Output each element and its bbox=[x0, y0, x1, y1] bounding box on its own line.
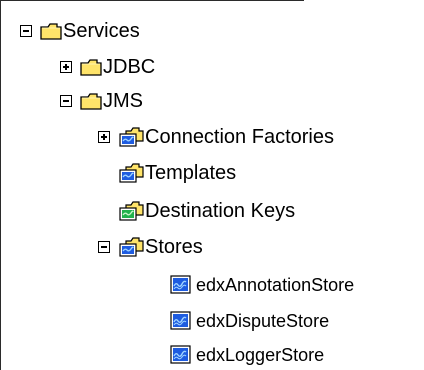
jms-folder-icon bbox=[119, 163, 144, 183]
folder-icon bbox=[40, 23, 62, 40]
collapse-toggle-icon[interactable] bbox=[60, 95, 72, 107]
tree-node-destination-keys[interactable]: Destination Keys bbox=[118, 196, 295, 226]
folder-icon bbox=[80, 59, 102, 76]
tree-node-connection-factories[interactable]: Connection Factories bbox=[98, 122, 334, 152]
tree-node-label: Services bbox=[63, 20, 140, 42]
tree-node-jms[interactable]: JMS bbox=[60, 86, 143, 116]
tree-node-store[interactable]: edxAnnotationStore bbox=[170, 270, 354, 300]
jms-folder-icon bbox=[119, 127, 144, 147]
tree-node-store[interactable]: edxLoggerStore bbox=[170, 340, 324, 370]
store-icon bbox=[170, 345, 191, 364]
tree-panel: Services JDBC JMS Connection Factories T… bbox=[0, 0, 424, 370]
collapse-toggle-icon[interactable] bbox=[98, 241, 110, 253]
left-border bbox=[0, 0, 1, 370]
destination-keys-icon bbox=[119, 201, 144, 221]
tree-node-label: JDBC bbox=[103, 56, 156, 78]
tree-node-jdbc[interactable]: JDBC bbox=[60, 52, 155, 82]
store-icon bbox=[170, 275, 191, 294]
tree-node-label: Connection Factories bbox=[145, 126, 334, 148]
tree-node-store[interactable]: edxDisputeStore bbox=[170, 306, 329, 336]
tree-node-label: edxAnnotationStore bbox=[196, 275, 355, 295]
folder-icon bbox=[80, 93, 102, 110]
tree-node-label: edxDisputeStore bbox=[196, 311, 330, 331]
expand-toggle-icon[interactable] bbox=[60, 61, 72, 73]
store-icon bbox=[170, 311, 191, 330]
tree-node-label: Destination Keys bbox=[145, 200, 296, 222]
tree-node-label: Templates bbox=[145, 162, 237, 184]
tree-node-label: JMS bbox=[103, 90, 143, 112]
tree-node-services[interactable]: Services bbox=[20, 16, 140, 46]
tree-node-stores[interactable]: Stores bbox=[98, 232, 203, 262]
tree-node-label: edxLoggerStore bbox=[196, 345, 325, 365]
jms-folder-icon bbox=[119, 237, 144, 257]
expand-toggle-icon[interactable] bbox=[98, 131, 110, 143]
top-border bbox=[0, 0, 304, 1]
tree-node-templates[interactable]: Templates bbox=[118, 158, 236, 188]
collapse-toggle-icon[interactable] bbox=[20, 25, 32, 37]
tree-node-label: Stores bbox=[145, 236, 203, 258]
